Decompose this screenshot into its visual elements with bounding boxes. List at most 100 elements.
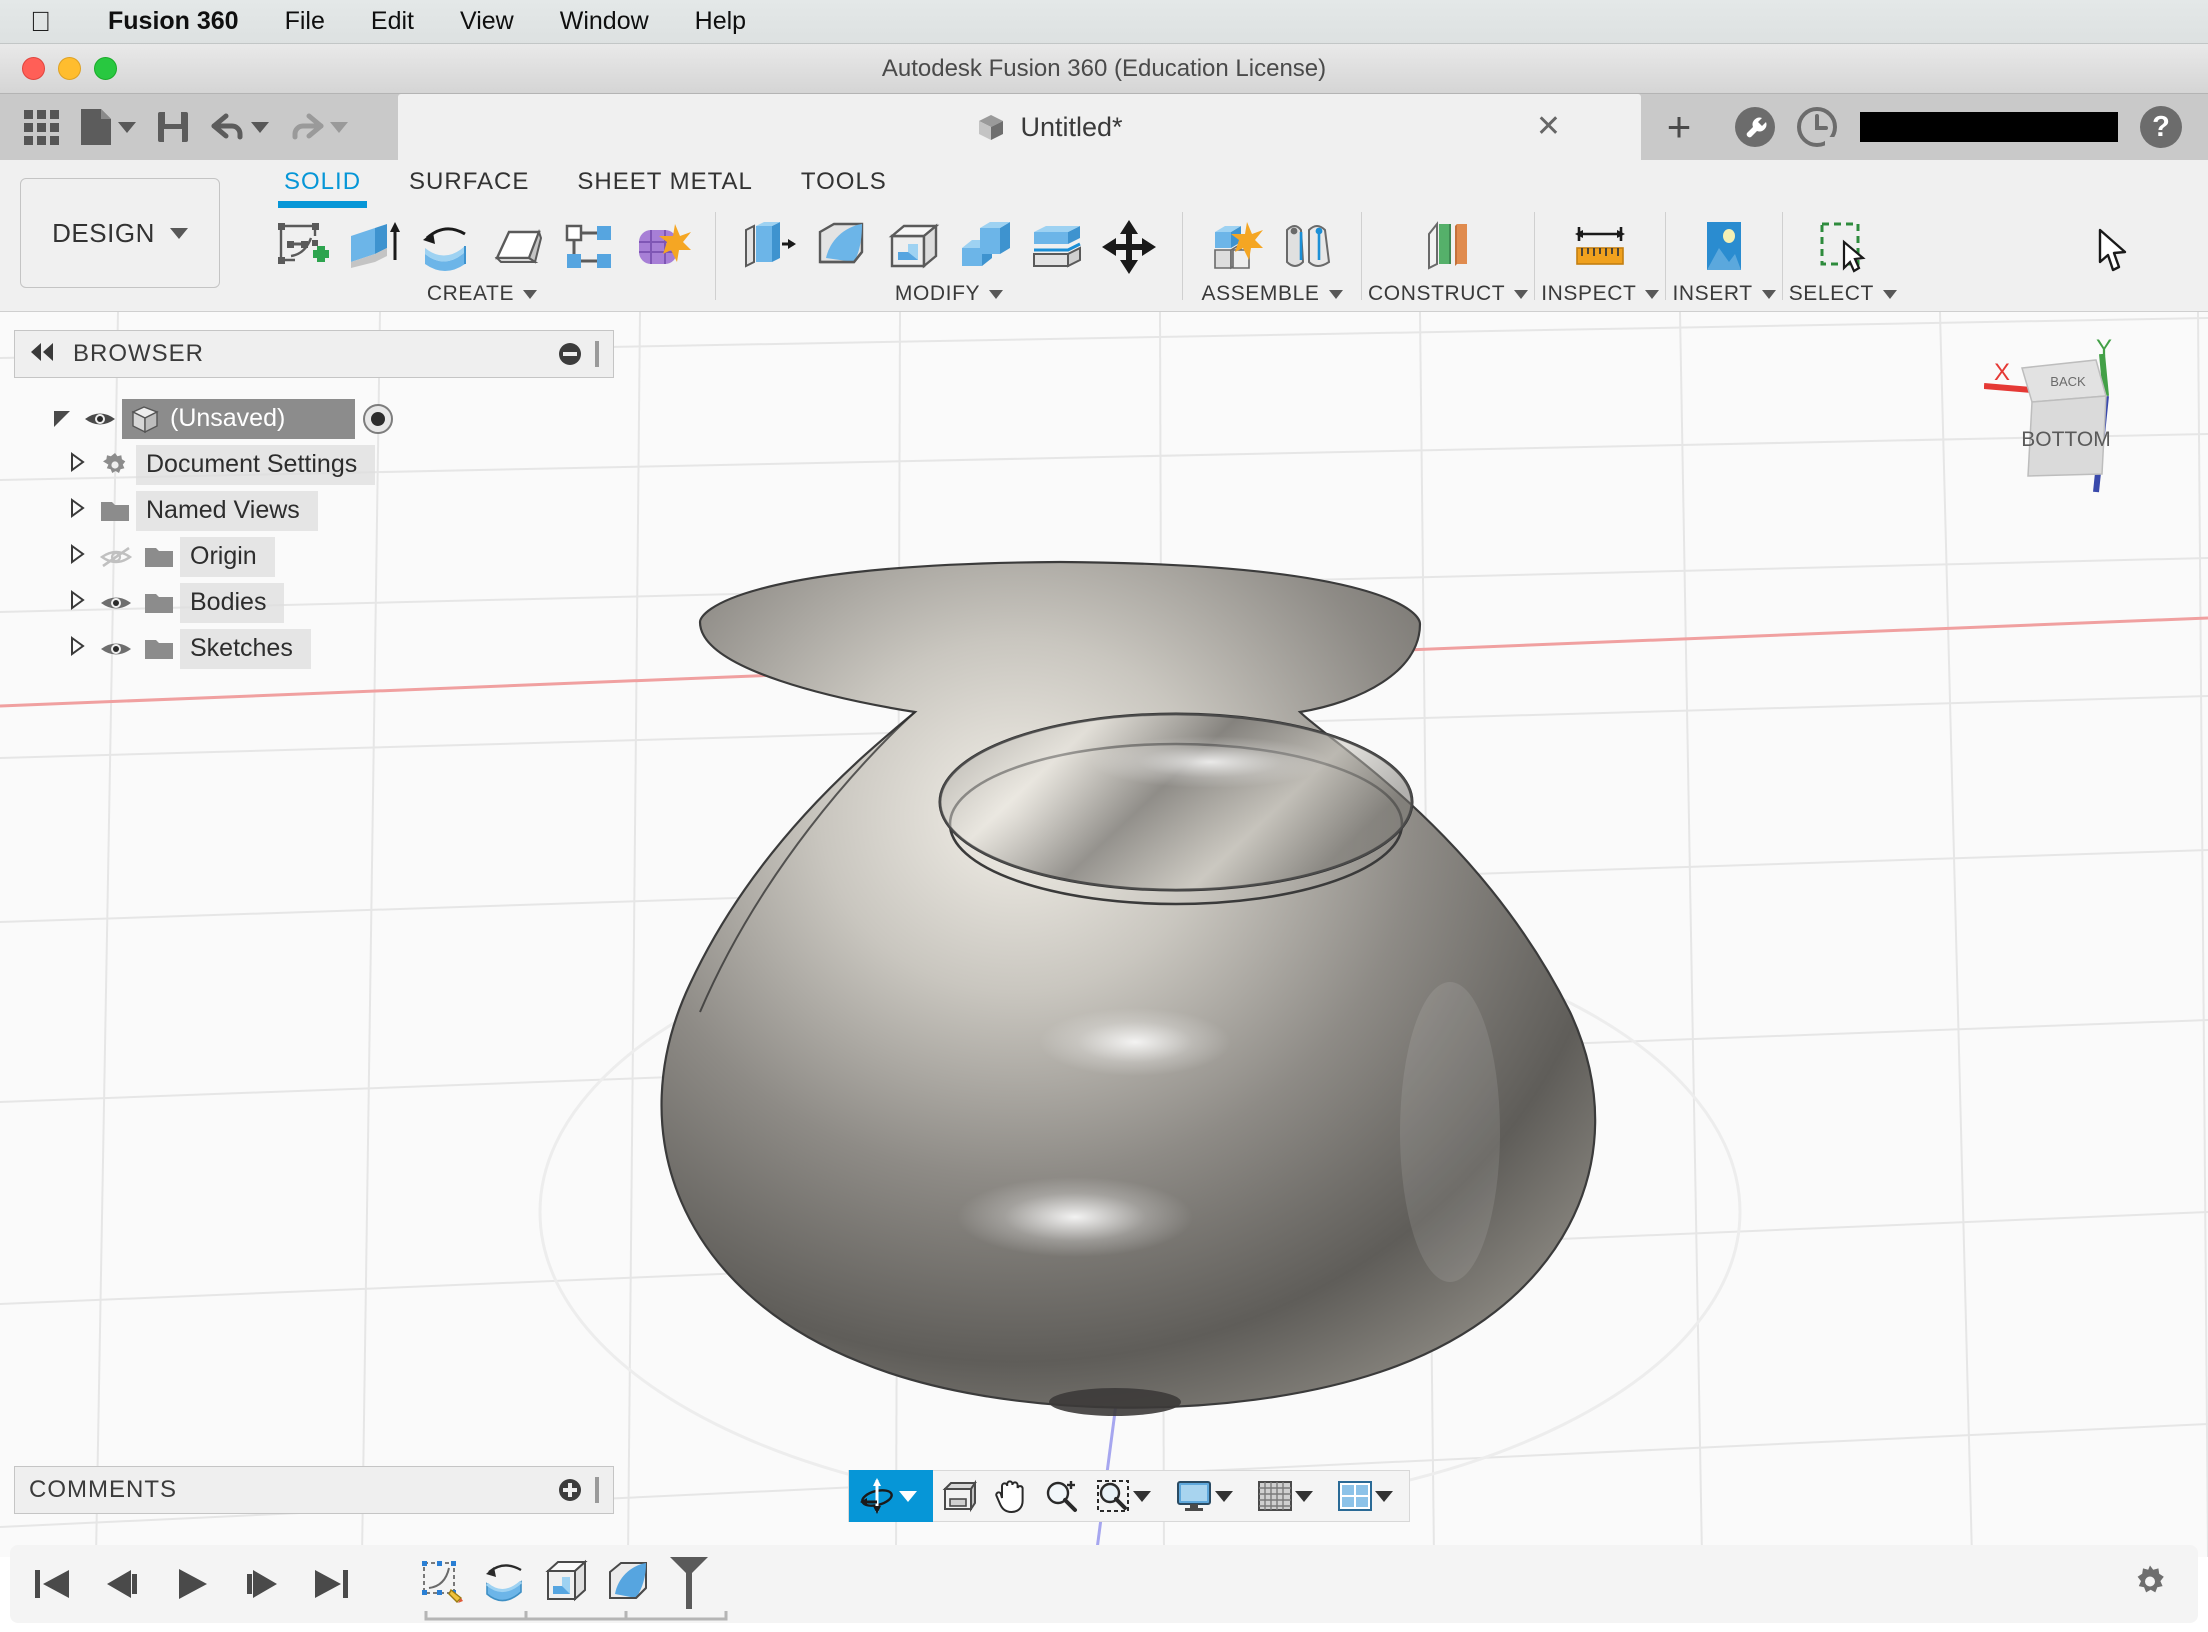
- form-icon[interactable]: [631, 216, 693, 278]
- ribbon-group-select-label[interactable]: SELECT: [1789, 282, 1897, 306]
- wrench-settings-icon[interactable]: [1724, 94, 1786, 160]
- grid-snaps-icon[interactable]: [1249, 1470, 1329, 1522]
- shell-icon[interactable]: [882, 216, 944, 278]
- tree-node-unsaved[interactable]: (Unsaved): [14, 396, 614, 442]
- highlight-upper: [1039, 1008, 1231, 1076]
- offset-plane-icon[interactable]: [1417, 216, 1479, 278]
- tree-node-named-views[interactable]: Named Views: [14, 488, 614, 534]
- close-icon[interactable]: ✕: [1536, 112, 1561, 142]
- joint-icon[interactable]: [1277, 216, 1339, 278]
- zoom-dropdown-caret[interactable]: [1133, 1490, 1151, 1502]
- select-window-icon[interactable]: [1812, 216, 1874, 278]
- tree-node-sketches[interactable]: Sketches: [14, 626, 614, 672]
- pan-preset-views-icon[interactable]: [933, 1470, 985, 1522]
- ribbon-group-modify-label[interactable]: MODIFY: [895, 282, 1004, 306]
- mac-menu-edit[interactable]: Edit: [348, 7, 437, 36]
- expand-collapse-icon[interactable]: [54, 411, 70, 427]
- recent-activity-clock-icon[interactable]: [1786, 94, 1848, 160]
- viewports-dropdown-caret[interactable]: [1375, 1490, 1393, 1502]
- revolve-icon[interactable]: [415, 216, 477, 278]
- app-grid-icon[interactable]: [14, 102, 69, 152]
- ribbon-group-insert-label[interactable]: INSERT: [1672, 282, 1776, 306]
- comments-panel[interactable]: COMMENTS: [14, 1466, 614, 1514]
- plus-circle-icon[interactable]: [559, 1479, 581, 1501]
- user-name-redacted[interactable]: [1860, 112, 2118, 142]
- ribbon-group-assemble-label[interactable]: ASSEMBLE: [1201, 282, 1343, 306]
- expand-arrow-icon[interactable]: [60, 452, 94, 478]
- jump-to-beginning-icon[interactable]: [28, 1560, 76, 1608]
- tab-solid[interactable]: SOLID: [260, 168, 385, 208]
- visibility-hidden-eye-icon[interactable]: [94, 545, 138, 569]
- expand-arrow-icon[interactable]: [60, 498, 94, 524]
- mac-menu-file[interactable]: File: [262, 7, 348, 36]
- sweep-icon[interactable]: [487, 216, 549, 278]
- zoom-magnifier-icon[interactable]: [1035, 1470, 1087, 1522]
- measure-ruler-icon[interactable]: [1569, 216, 1631, 278]
- grid-dropdown-caret[interactable]: [1295, 1490, 1313, 1502]
- collapse-left-icon[interactable]: [29, 342, 55, 366]
- panel-grip-icon[interactable]: [595, 341, 599, 367]
- minus-circle-icon[interactable]: [559, 343, 581, 365]
- jump-to-end-icon[interactable]: [308, 1560, 356, 1608]
- mac-menu-fusion360[interactable]: Fusion 360: [85, 7, 262, 36]
- new-document-icon[interactable]: [69, 102, 146, 152]
- view-cube[interactable]: BACK BOTTOM X Y: [1983, 334, 2154, 499]
- visibility-eye-icon[interactable]: [94, 638, 138, 660]
- mac-menu-view[interactable]: View: [437, 7, 537, 36]
- fillet-feature-icon[interactable]: [600, 1553, 656, 1609]
- new-component-icon[interactable]: [1205, 216, 1267, 278]
- shell-feature-icon[interactable]: [538, 1553, 594, 1609]
- fillet-icon[interactable]: [810, 216, 872, 278]
- zoom-window-icon[interactable]: [1087, 1470, 1167, 1522]
- pan-hand-icon[interactable]: [985, 1470, 1035, 1522]
- workspace-switcher[interactable]: DESIGN: [20, 178, 220, 288]
- step-back-icon[interactable]: [98, 1560, 146, 1608]
- ribbon-group-create-label[interactable]: CREATE: [427, 282, 538, 306]
- pattern-icon[interactable]: [559, 216, 621, 278]
- visibility-eye-icon[interactable]: [78, 408, 122, 430]
- play-icon[interactable]: [168, 1560, 216, 1608]
- sketch-feature-icon[interactable]: [414, 1553, 470, 1609]
- new-tab-plus-icon[interactable]: +: [1641, 94, 1717, 160]
- visibility-eye-icon[interactable]: [94, 592, 138, 614]
- workspace-label: DESIGN: [52, 217, 155, 248]
- step-forward-icon[interactable]: [238, 1560, 286, 1608]
- panel-grip-icon[interactable]: [595, 1477, 599, 1503]
- mac-menu-window[interactable]: Window: [537, 7, 672, 36]
- press-pull-icon[interactable]: [738, 216, 800, 278]
- split-face-icon[interactable]: [1026, 216, 1088, 278]
- move-copy-icon[interactable]: [1098, 216, 1160, 278]
- expand-arrow-icon[interactable]: [60, 544, 94, 570]
- tree-node-origin[interactable]: Origin: [14, 534, 614, 580]
- gear-icon[interactable]: [2130, 1562, 2170, 1607]
- save-icon[interactable]: [146, 102, 200, 152]
- redo-arrow-icon[interactable]: [279, 102, 358, 152]
- tab-surface[interactable]: SURFACE: [385, 168, 553, 196]
- tab-sheet-metal[interactable]: SHEET METAL: [553, 168, 776, 196]
- timeline-marker-icon[interactable]: [666, 1553, 712, 1616]
- ribbon-group-inspect-label[interactable]: INSPECT: [1541, 282, 1660, 306]
- display-dropdown-caret[interactable]: [1215, 1490, 1233, 1502]
- orbit-dropdown-caret[interactable]: [899, 1490, 917, 1502]
- display-settings-icon[interactable]: [1167, 1470, 1249, 1522]
- orbit-icon[interactable]: [849, 1470, 933, 1522]
- tree-node-document-settings[interactable]: Document Settings: [14, 442, 614, 488]
- activate-component-radio[interactable]: [363, 404, 394, 434]
- create-sketch-icon[interactable]: [271, 216, 333, 278]
- document-tab[interactable]: Untitled* ✕: [398, 94, 1641, 160]
- mac-menu-help[interactable]: Help: [672, 7, 769, 36]
- insert-image-icon[interactable]: [1693, 216, 1755, 278]
- expand-arrow-icon[interactable]: [60, 636, 94, 662]
- ribbon-group-construct-label[interactable]: CONSTRUCT: [1368, 282, 1529, 306]
- combine-icon[interactable]: [954, 216, 1016, 278]
- expand-arrow-icon[interactable]: [60, 590, 94, 616]
- undo-arrow-icon[interactable]: [200, 102, 279, 152]
- extrude-icon[interactable]: [343, 216, 405, 278]
- tree-node-bodies[interactable]: Bodies: [14, 580, 614, 626]
- apple-logo-icon[interactable]: : [30, 7, 51, 36]
- tab-tools[interactable]: TOOLS: [777, 168, 911, 196]
- revolve-feature-icon[interactable]: [476, 1553, 532, 1609]
- help-question-icon[interactable]: ?: [2130, 94, 2192, 160]
- viewcube-y-label: Y: [2096, 335, 2112, 362]
- viewports-icon[interactable]: [1329, 1470, 1409, 1522]
